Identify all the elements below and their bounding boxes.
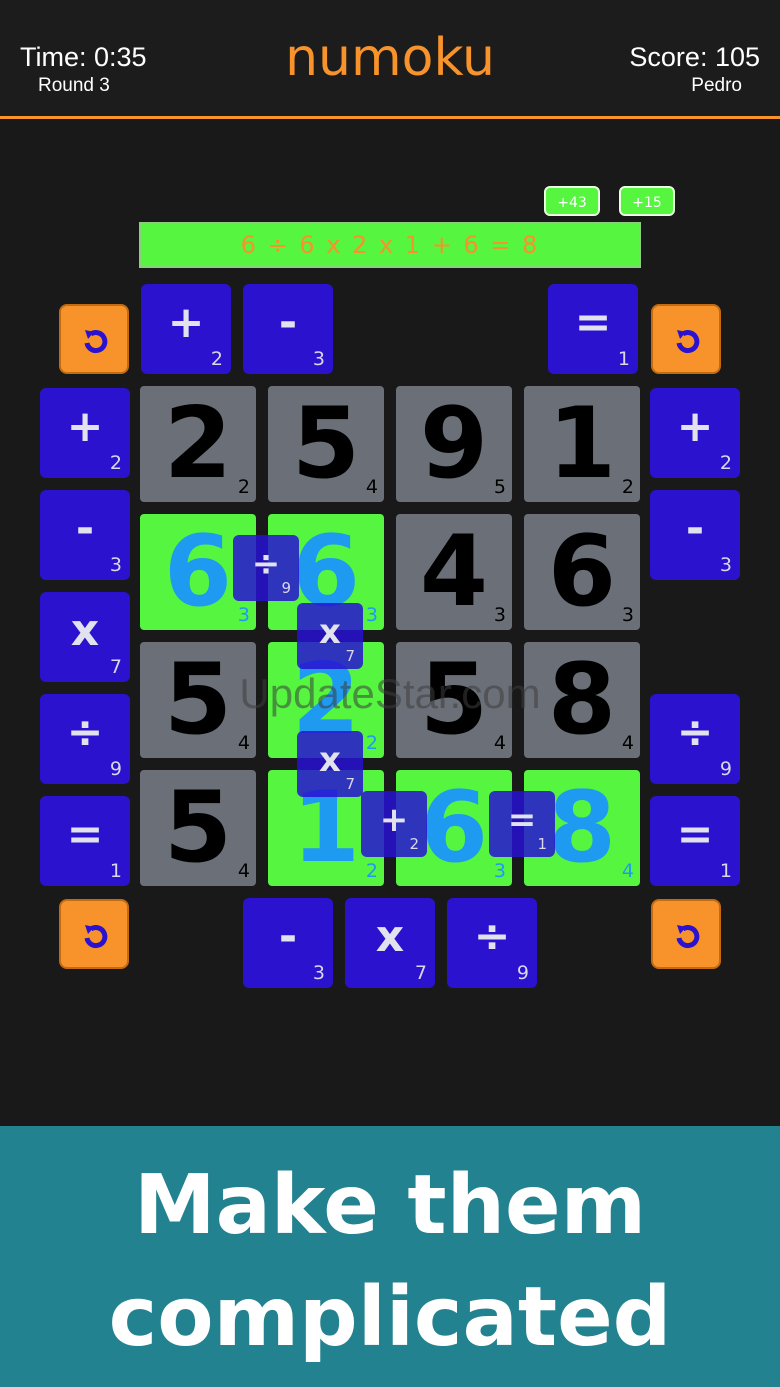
player-name: Pedro — [691, 75, 742, 96]
tile-count: 2 — [621, 476, 634, 498]
operator-symbol: + — [167, 297, 205, 348]
operator-count: 9 — [109, 758, 122, 780]
placed-operator-plus[interactable]: +2 — [361, 791, 427, 857]
tile-count: 4 — [365, 476, 378, 498]
number-tile[interactable]: 63 — [524, 514, 640, 630]
tile-count: 3 — [493, 604, 506, 626]
operator-symbol: ÷ — [473, 911, 511, 962]
operator-count: 7 — [414, 962, 427, 984]
rotate-button[interactable] — [651, 304, 721, 374]
operator-count: 2 — [109, 452, 122, 474]
tile-count: 3 — [621, 604, 634, 626]
operator-tile-minus[interactable]: -3 — [650, 490, 740, 580]
operator-symbol: = — [574, 297, 612, 348]
tile-count: 4 — [237, 860, 250, 882]
operator-symbol: + — [676, 401, 714, 452]
operator-count: 2 — [719, 452, 732, 474]
operator-symbol: = — [676, 809, 714, 860]
tile-count: 2 — [237, 476, 250, 498]
operator-tile-equals[interactable]: = 1 — [548, 284, 638, 374]
operator-count: 3 — [312, 348, 325, 370]
tile-count: 4 — [237, 732, 250, 754]
score-label: Score: 105 — [629, 42, 760, 72]
number-tile[interactable]: 43 — [396, 514, 512, 630]
operator-symbol: = — [66, 809, 104, 860]
score-badge: +43 — [544, 186, 600, 216]
operator-symbol: - — [278, 297, 298, 348]
tile-count: 4 — [621, 732, 634, 754]
tagline-line: complicated — [108, 1270, 672, 1365]
tile-count: 3 — [365, 604, 378, 626]
operator-tile-plus[interactable]: +2 — [141, 284, 231, 374]
operator-count: 9 — [281, 579, 291, 597]
operator-tile-minus[interactable]: -3 — [243, 284, 333, 374]
operator-tile-equals[interactable]: = 1 — [650, 796, 740, 886]
operator-count: 3 — [109, 554, 122, 576]
operator-tile-multiply[interactable]: x7 — [345, 898, 435, 988]
placed-operator-multiply[interactable]: x7 — [297, 603, 363, 669]
rotate-icon — [676, 925, 700, 949]
operator-count: 7 — [345, 647, 355, 665]
rotate-icon — [84, 330, 108, 354]
tile-count: 2 — [365, 860, 378, 882]
operator-count: 1 — [617, 348, 630, 370]
rotate-icon — [676, 330, 700, 354]
operator-tile-equals[interactable]: = 1 — [40, 796, 130, 886]
tile-count: 2 — [365, 732, 378, 754]
tagline-line: Make them — [133, 1158, 647, 1253]
operator-symbol: - — [685, 503, 705, 554]
operator-tile-plus[interactable]: +2 — [650, 388, 740, 478]
number-tile[interactable]: 54 — [268, 386, 384, 502]
operator-count: 2 — [409, 835, 419, 853]
operator-count: 9 — [516, 962, 529, 984]
watermark: UpdateStar.com — [239, 670, 541, 717]
operator-count: 2 — [210, 348, 223, 370]
tile-count: 3 — [237, 604, 250, 626]
operator-symbol: + — [66, 401, 104, 452]
tile-count: 4 — [493, 732, 506, 754]
operator-symbol: - — [75, 503, 95, 554]
operator-symbol: x — [375, 911, 405, 962]
operator-count: 7 — [345, 775, 355, 793]
number-tile[interactable]: 12 — [524, 386, 640, 502]
score-badge: +15 — [619, 186, 675, 216]
operator-count: 1 — [719, 860, 732, 882]
tile-count: 3 — [493, 860, 506, 882]
operator-count: 3 — [312, 962, 325, 984]
operator-symbol: - — [278, 911, 298, 962]
operator-count: 9 — [719, 758, 732, 780]
operator-tile-minus[interactable]: -3 — [243, 898, 333, 988]
operator-tile-multiply[interactable]: x7 — [40, 592, 130, 682]
rotate-button[interactable] — [651, 899, 721, 969]
equation-display: 6 ÷ 6 x 2 x 1 + 6 = 8 — [139, 222, 641, 268]
operator-count: 1 — [537, 835, 547, 853]
tile-count: 4 — [621, 860, 634, 882]
operator-tile-divide[interactable]: ÷ 9 — [447, 898, 537, 988]
operator-tile-plus[interactable]: +2 — [40, 388, 130, 478]
placed-operator-multiply[interactable]: x7 — [297, 731, 363, 797]
operator-tile-minus[interactable]: -3 — [40, 490, 130, 580]
operator-count: 1 — [109, 860, 122, 882]
number-tile[interactable]: 95 — [396, 386, 512, 502]
rotate-icon — [84, 925, 108, 949]
number-tile[interactable]: 22 — [140, 386, 256, 502]
placed-operator-equals[interactable]: = 1 — [489, 791, 555, 857]
promo-tagline: Make them complicated — [0, 1150, 780, 1374]
placed-operator-divide[interactable]: ÷ 9 — [233, 535, 299, 601]
rotate-button[interactable] — [59, 899, 129, 969]
number-tile[interactable]: 54 — [140, 770, 256, 886]
rotate-button[interactable] — [59, 304, 129, 374]
operator-count: 3 — [719, 554, 732, 576]
tile-count: 5 — [493, 476, 506, 498]
operator-symbol: x — [70, 605, 100, 656]
